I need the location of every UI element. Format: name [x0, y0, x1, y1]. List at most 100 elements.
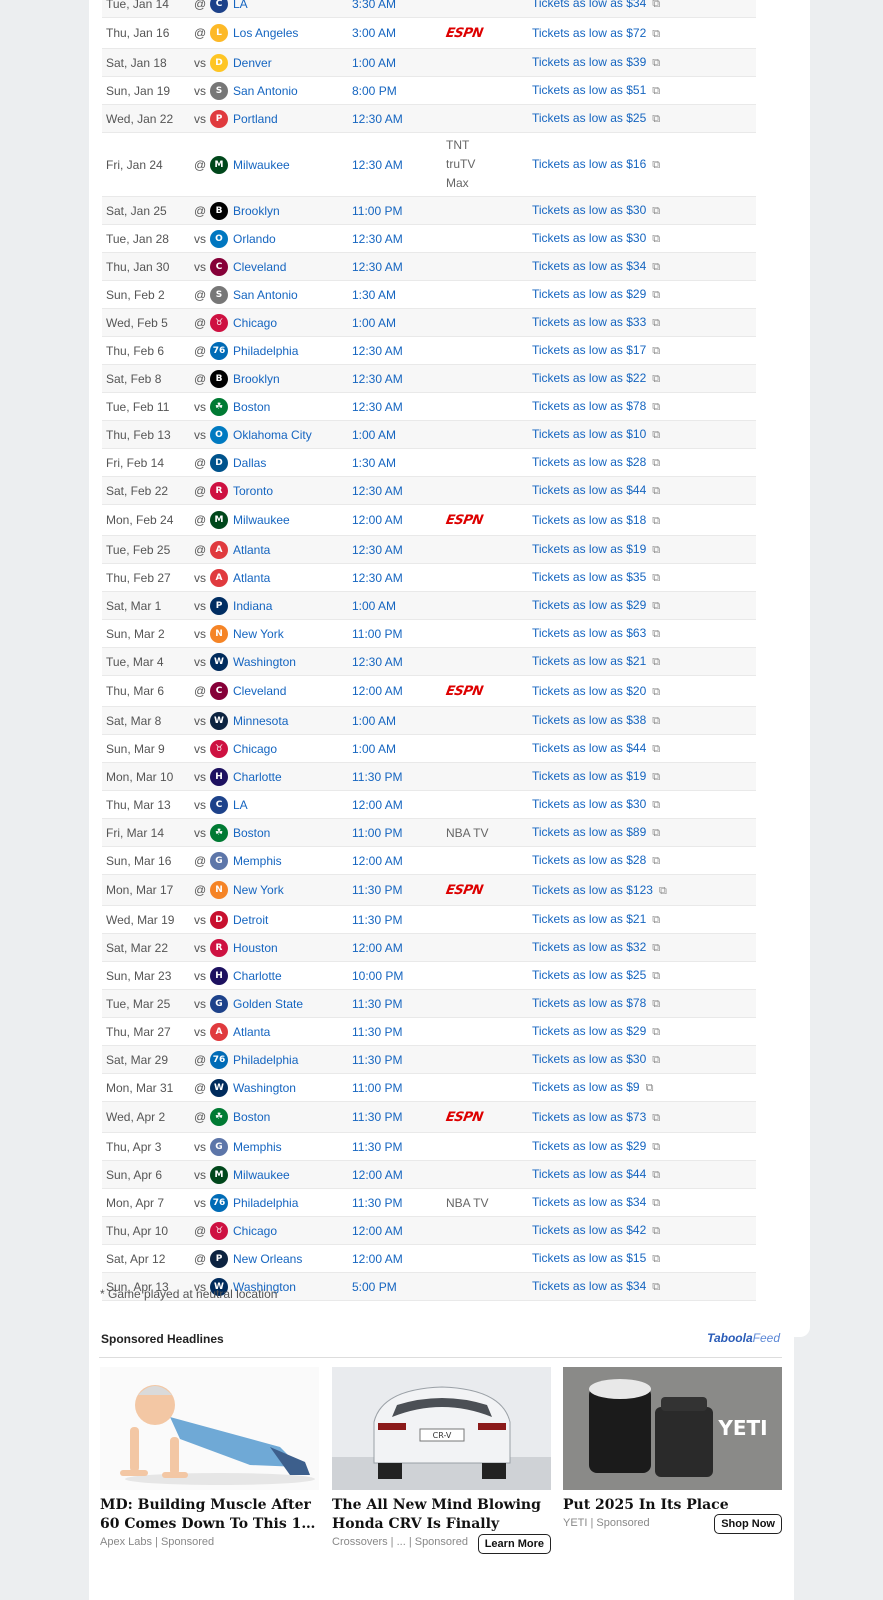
ad-image-pushups[interactable]: [100, 1367, 319, 1490]
opponent-link[interactable]: New Orleans: [233, 1252, 302, 1266]
tickets-link[interactable]: Tickets as low as $44: [532, 741, 646, 755]
tickets-link[interactable]: Tickets as low as $63: [532, 626, 646, 640]
opponent-link[interactable]: Denver: [233, 56, 272, 70]
external-link-icon[interactable]: ⧉: [652, 289, 660, 302]
ad-headline[interactable]: The All New Mind Blowing Honda CRV Is Fi…: [332, 1496, 551, 1534]
tickets-link[interactable]: Tickets as low as $73: [532, 1110, 646, 1124]
tickets-link[interactable]: Tickets as low as $17: [532, 343, 646, 357]
ad-headline[interactable]: MD: Building Muscle After 60 Comes Down …: [100, 1496, 319, 1534]
opponent-link[interactable]: Chicago: [233, 742, 277, 756]
opponent-link[interactable]: Philadelphia: [233, 344, 298, 358]
tickets-link[interactable]: Tickets as low as $44: [532, 1167, 646, 1181]
external-link-icon[interactable]: ⧉: [652, 57, 660, 70]
tickets-link[interactable]: Tickets as low as $29: [532, 1024, 646, 1038]
opponent-link[interactable]: New York: [233, 627, 284, 641]
tickets-link[interactable]: Tickets as low as $34: [532, 1195, 646, 1209]
opponent-link[interactable]: Orlando: [233, 232, 276, 246]
external-link-icon[interactable]: ⧉: [652, 544, 660, 557]
tickets-link[interactable]: Tickets as low as $34: [532, 1279, 646, 1293]
opponent-link[interactable]: Oklahoma City: [233, 428, 312, 442]
tickets-link[interactable]: Tickets as low as $78: [532, 399, 646, 413]
ad-card-honda[interactable]: CR-V The All New Mind Blowing Honda CRV …: [332, 1367, 551, 1554]
external-link-icon[interactable]: ⧉: [652, 942, 660, 955]
external-link-icon[interactable]: ⧉: [652, 205, 660, 218]
external-link-icon[interactable]: ⧉: [652, 600, 660, 613]
opponent-link[interactable]: Memphis: [233, 1140, 282, 1154]
external-link-icon[interactable]: ⧉: [652, 261, 660, 274]
opponent-link[interactable]: Golden State: [233, 997, 303, 1011]
tickets-link[interactable]: Tickets as low as $25: [532, 968, 646, 982]
external-link-icon[interactable]: ⧉: [652, 113, 660, 126]
external-link-icon[interactable]: ⧉: [652, 686, 660, 699]
external-link-icon[interactable]: ⧉: [652, 429, 660, 442]
opponent-link[interactable]: New York: [233, 883, 284, 897]
tickets-link[interactable]: Tickets as low as $34: [532, 259, 646, 273]
opponent-link[interactable]: Charlotte: [233, 969, 282, 983]
tickets-link[interactable]: Tickets as low as $30: [532, 1052, 646, 1066]
external-link-icon[interactable]: ⧉: [652, 233, 660, 246]
opponent-link[interactable]: Dallas: [233, 456, 266, 470]
external-link-icon[interactable]: ⧉: [652, 1026, 660, 1039]
opponent-link[interactable]: Milwaukee: [233, 158, 290, 172]
tickets-link[interactable]: Tickets as low as $19: [532, 769, 646, 783]
tickets-link[interactable]: Tickets as low as $29: [532, 1139, 646, 1153]
tickets-link[interactable]: Tickets as low as $35: [532, 570, 646, 584]
tickets-link[interactable]: Tickets as low as $30: [532, 203, 646, 217]
tickets-link[interactable]: Tickets as low as $29: [532, 287, 646, 301]
tickets-link[interactable]: Tickets as low as $33: [532, 315, 646, 329]
tickets-link[interactable]: Tickets as low as $78: [532, 996, 646, 1010]
tickets-link[interactable]: Tickets as low as $9: [532, 1080, 640, 1094]
external-link-icon[interactable]: ⧉: [652, 28, 660, 41]
external-link-icon[interactable]: ⧉: [652, 1197, 660, 1210]
tickets-link[interactable]: Tickets as low as $42: [532, 1223, 646, 1237]
tickets-link[interactable]: Tickets as low as $32: [532, 940, 646, 954]
tickets-link[interactable]: Tickets as low as $25: [532, 111, 646, 125]
external-link-icon[interactable]: ⧉: [652, 1169, 660, 1182]
external-link-icon[interactable]: ⧉: [652, 1112, 660, 1125]
opponent-link[interactable]: Washington: [233, 1081, 296, 1095]
opponent-link[interactable]: Brooklyn: [233, 204, 280, 218]
opponent-link[interactable]: Philadelphia: [233, 1196, 298, 1210]
external-link-icon[interactable]: ⧉: [646, 1082, 654, 1095]
opponent-link[interactable]: Atlanta: [233, 1025, 270, 1039]
tickets-link[interactable]: Tickets as low as $16: [532, 157, 646, 171]
tickets-link[interactable]: Tickets as low as $19: [532, 542, 646, 556]
opponent-link[interactable]: Chicago: [233, 1224, 277, 1238]
opponent-link[interactable]: LA: [233, 798, 248, 812]
opponent-link[interactable]: San Antonio: [233, 288, 298, 302]
opponent-link[interactable]: Cleveland: [233, 260, 286, 274]
opponent-link[interactable]: Toronto: [233, 484, 273, 498]
opponent-link[interactable]: San Antonio: [233, 84, 298, 98]
external-link-icon[interactable]: ⧉: [652, 914, 660, 927]
external-link-icon[interactable]: ⧉: [652, 457, 660, 470]
external-link-icon[interactable]: ⧉: [652, 1141, 660, 1154]
opponent-link[interactable]: LA: [233, 0, 248, 11]
tickets-link[interactable]: Tickets as low as $21: [532, 912, 646, 926]
external-link-icon[interactable]: ⧉: [659, 885, 667, 898]
opponent-link[interactable]: Minnesota: [233, 714, 288, 728]
external-link-icon[interactable]: ⧉: [652, 401, 660, 414]
external-link-icon[interactable]: ⧉: [652, 1054, 660, 1067]
external-link-icon[interactable]: ⧉: [652, 515, 660, 528]
external-link-icon[interactable]: ⧉: [652, 628, 660, 641]
tickets-link[interactable]: Tickets as low as $44: [532, 483, 646, 497]
external-link-icon[interactable]: ⧉: [652, 998, 660, 1011]
tickets-link[interactable]: Tickets as low as $10: [532, 427, 646, 441]
tickets-link[interactable]: Tickets as low as $39: [532, 55, 646, 69]
opponent-link[interactable]: Milwaukee: [233, 1168, 290, 1182]
external-link-icon[interactable]: ⧉: [652, 1253, 660, 1266]
external-link-icon[interactable]: ⧉: [652, 656, 660, 669]
external-link-icon[interactable]: ⧉: [652, 799, 660, 812]
external-link-icon[interactable]: ⧉: [652, 85, 660, 98]
tickets-link[interactable]: Tickets as low as $51: [532, 83, 646, 97]
opponent-link[interactable]: Cleveland: [233, 684, 286, 698]
opponent-link[interactable]: Indiana: [233, 599, 272, 613]
tickets-link[interactable]: Tickets as low as $20: [532, 684, 646, 698]
tickets-link[interactable]: Tickets as low as $15: [532, 1251, 646, 1265]
external-link-icon[interactable]: ⧉: [652, 743, 660, 756]
external-link-icon[interactable]: ⧉: [652, 159, 660, 172]
opponent-link[interactable]: Memphis: [233, 854, 282, 868]
tickets-link[interactable]: Tickets as low as $89: [532, 825, 646, 839]
tickets-link[interactable]: Tickets as low as $28: [532, 853, 646, 867]
external-link-icon[interactable]: ⧉: [652, 970, 660, 983]
